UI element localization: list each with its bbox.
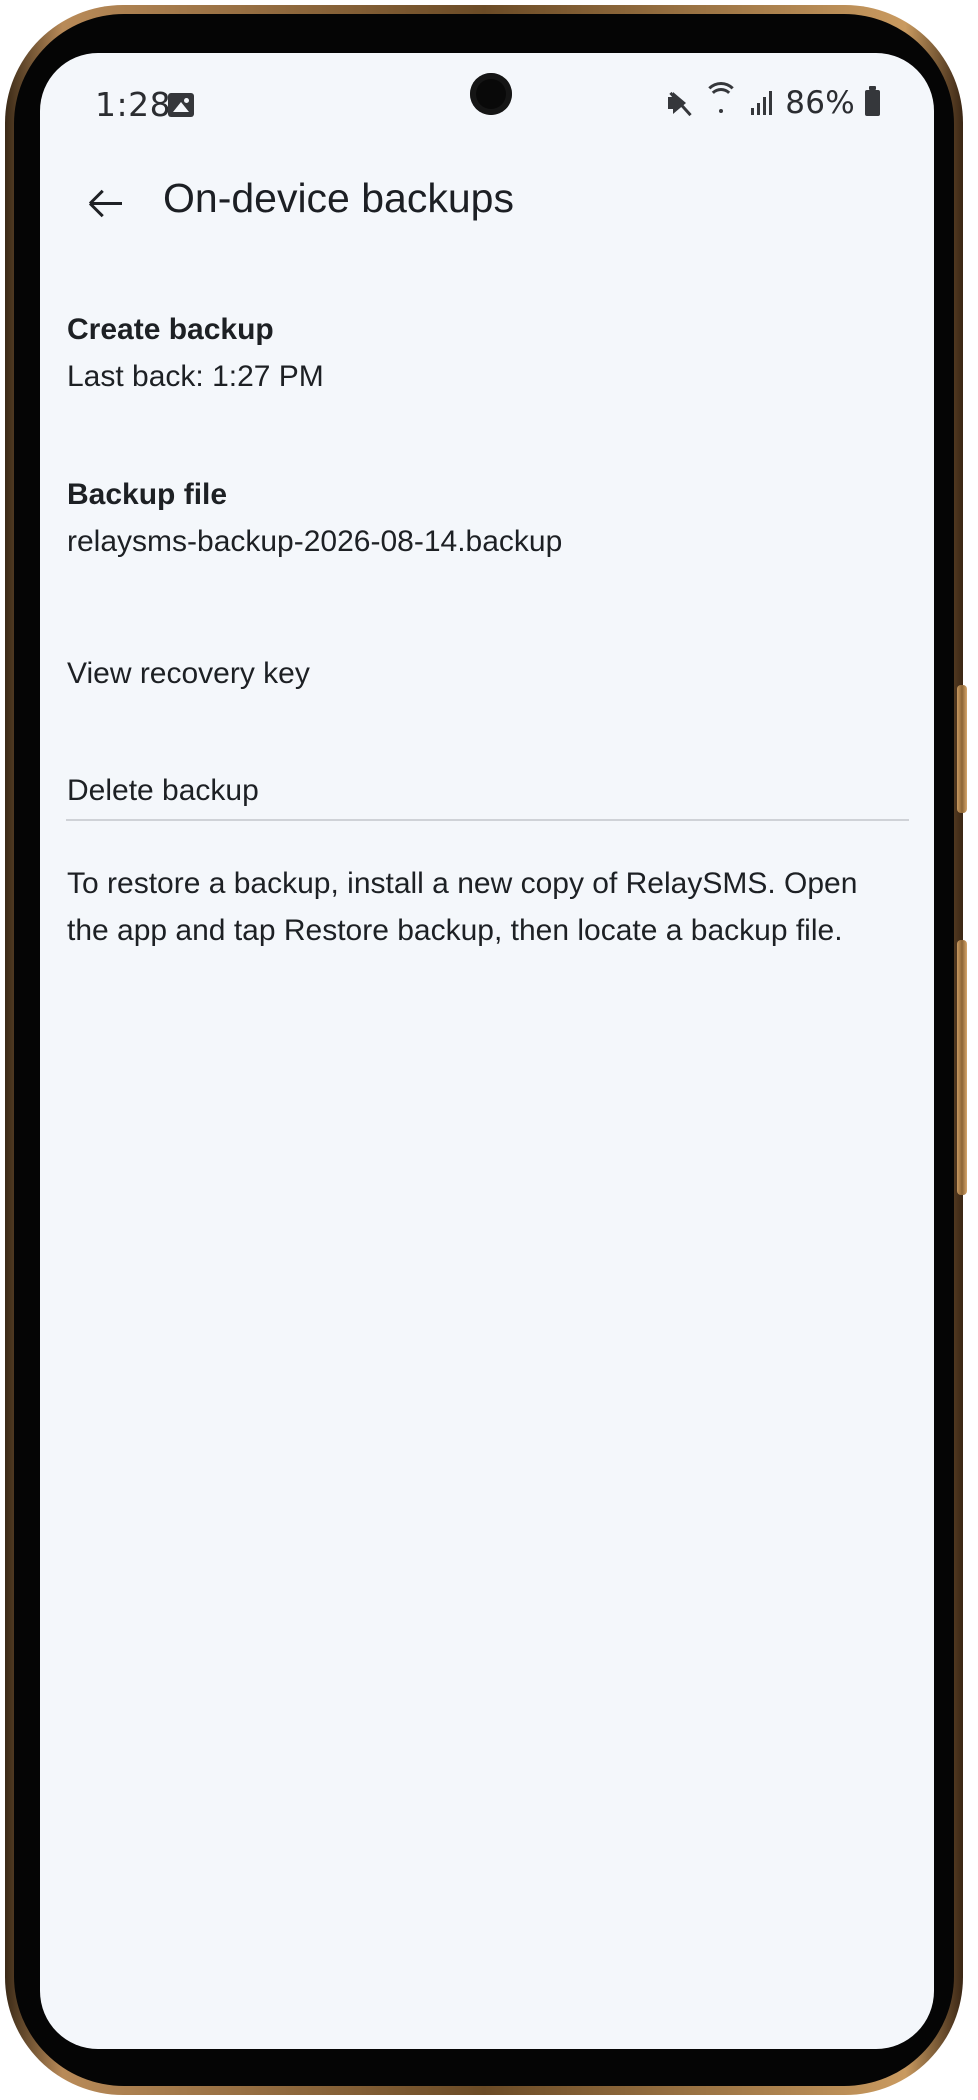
battery-icon <box>865 86 880 116</box>
power-button <box>957 940 967 1195</box>
back-button[interactable] <box>76 174 136 234</box>
image-icon <box>168 93 194 117</box>
page-title: On-device backups <box>163 175 514 221</box>
delete-backup-setting[interactable]: Delete backup <box>40 732 934 849</box>
restore-instructions: To restore a backup, install a new copy … <box>67 867 858 947</box>
top-app-bar: On-device backups <box>40 163 934 263</box>
signal-bar-icon <box>769 91 773 115</box>
backup-file-name: relaysms-backup-2026-08-14.backup <box>67 525 563 558</box>
signal-bar-icon <box>757 103 761 115</box>
mute-icon <box>665 89 693 117</box>
signal-bar-icon <box>763 97 767 115</box>
status-icons: 86% <box>665 82 880 123</box>
backup-settings-list: Create backup Last back: 1:27 PM Backup … <box>40 285 934 849</box>
phone-screen: 1:28 86% On-device backups Create backup… <box>40 53 934 2049</box>
wifi-icon <box>703 82 740 118</box>
signal-bar-icon <box>751 108 755 115</box>
battery-percentage: 86% <box>785 85 855 121</box>
phone-device-frame: 1:28 86% On-device backups Create backup… <box>5 5 967 2095</box>
signal-icon <box>749 89 775 117</box>
volume-button <box>957 685 967 813</box>
view-recovery-key-label: View recovery key <box>67 657 310 690</box>
status-time: 1:28 <box>95 85 172 124</box>
create-backup-setting[interactable]: Create backup Last back: 1:27 PM <box>40 285 934 450</box>
view-recovery-key-setting[interactable]: View recovery key <box>40 615 934 732</box>
front-camera <box>470 73 512 115</box>
back-arrow-icon <box>91 202 122 205</box>
backup-file-title: Backup file <box>67 478 228 511</box>
last-backup-time: Last back: 1:27 PM <box>67 360 324 393</box>
create-backup-title: Create backup <box>67 313 274 346</box>
section-divider <box>66 819 909 821</box>
status-bar: 1:28 86% <box>40 53 934 153</box>
backup-file-setting[interactable]: Backup file relaysms-backup-2026-08-14.b… <box>40 450 934 615</box>
delete-backup-label: Delete backup <box>67 774 259 807</box>
mute-slash-icon <box>669 91 692 117</box>
